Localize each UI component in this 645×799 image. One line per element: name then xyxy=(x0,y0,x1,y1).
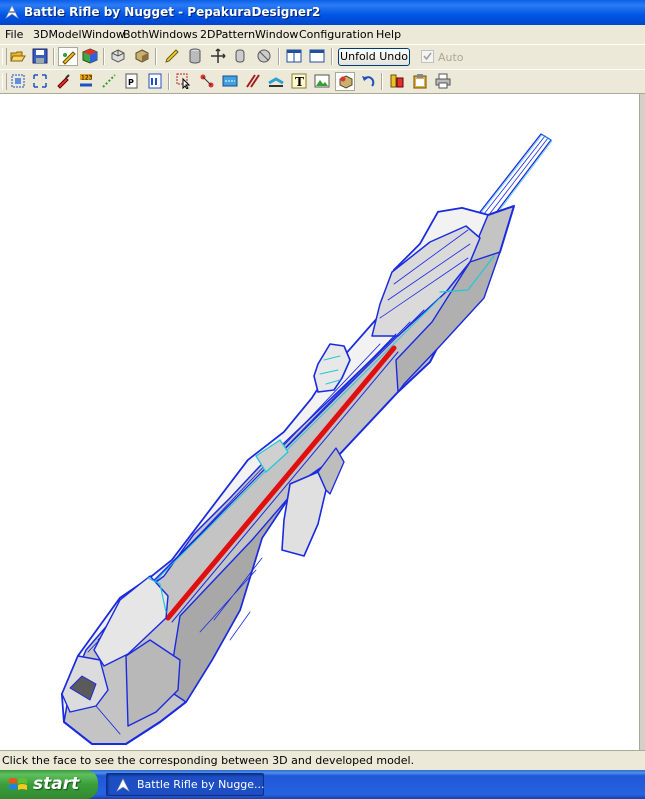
rifle-3d-model[interactable] xyxy=(0,94,640,750)
pointer-select-button[interactable] xyxy=(174,72,194,91)
textured-view-button[interactable] xyxy=(80,47,100,66)
text-tool-icon: T xyxy=(291,73,307,89)
select-area-icon xyxy=(11,74,25,88)
rotate-part-icon xyxy=(339,75,353,89)
clipboard-icon xyxy=(413,74,427,89)
cylinder-button[interactable] xyxy=(185,47,205,66)
rotate-part-button[interactable] xyxy=(335,72,355,91)
edge-style-button[interactable] xyxy=(266,72,286,91)
split-pane-button[interactable] xyxy=(307,47,327,66)
3d-model-viewport[interactable] xyxy=(0,94,640,750)
window-title: Battle Rifle by Nugget - PepakuraDesigne… xyxy=(24,5,321,19)
menu-configuration[interactable]: Configuration xyxy=(299,28,374,41)
text-tool-button[interactable]: T xyxy=(289,72,309,91)
menu-both-windows[interactable]: BothWindows xyxy=(123,28,198,41)
select-all-icon xyxy=(33,74,47,88)
print-pages-button[interactable] xyxy=(387,72,407,91)
printer-icon xyxy=(435,73,451,89)
menu-3d-model-window[interactable]: 3DModelWindow xyxy=(33,28,125,41)
undo-icon xyxy=(362,76,375,87)
page-one-button[interactable]: P xyxy=(122,72,142,91)
windows-taskbar: start Battle Rifle by Nugge... xyxy=(0,770,645,799)
single-pane-button[interactable] xyxy=(284,47,304,66)
fold-lines-icon xyxy=(246,74,260,88)
pepakura-app-icon xyxy=(5,5,19,19)
clipboard-button[interactable] xyxy=(410,72,430,91)
print-pages-icon xyxy=(390,74,404,88)
menu-help[interactable]: Help xyxy=(376,28,401,41)
image-tool-button[interactable] xyxy=(312,72,332,91)
toolbar-grip[interactable] xyxy=(2,48,7,65)
title-bar[interactable]: Battle Rifle by Nugget - PepakuraDesigne… xyxy=(0,0,645,25)
undo-button[interactable] xyxy=(358,72,378,91)
save-icon xyxy=(32,48,48,64)
flap-button[interactable] xyxy=(220,72,240,91)
status-bar: Click the face to see the corresponding … xyxy=(0,750,645,770)
wireframe-box-icon xyxy=(111,49,125,63)
fold-lines-button[interactable] xyxy=(243,72,263,91)
save-button[interactable] xyxy=(30,47,50,66)
join-edge-button[interactable] xyxy=(197,72,217,91)
toolbar-grip[interactable] xyxy=(2,73,7,90)
shaded-view-button[interactable] xyxy=(132,47,152,66)
edge-style-icon xyxy=(268,77,284,87)
tools-toolbar: 123 P T xyxy=(0,69,645,94)
select-all-button[interactable] xyxy=(30,72,50,91)
edit-faces-icon xyxy=(62,51,76,65)
windows-flag-icon xyxy=(9,778,27,790)
open-folder-icon xyxy=(10,51,26,62)
spin-button[interactable] xyxy=(254,47,274,66)
status-text: Click the face to see the corresponding … xyxy=(2,754,415,767)
paint-button[interactable] xyxy=(53,72,73,91)
unfold-undo-button[interactable]: Unfold Undo xyxy=(338,48,410,66)
split-pane-icon xyxy=(309,49,325,63)
taskbar-window-label: Battle Rifle by Nugge... xyxy=(137,778,265,791)
move-axes-icon xyxy=(211,48,226,63)
svg-text:T: T xyxy=(295,75,304,89)
pencil-icon xyxy=(165,49,179,63)
page-one-icon: P xyxy=(125,73,138,89)
printer-button[interactable] xyxy=(433,72,453,91)
dotted-edge-icon xyxy=(102,74,116,88)
menu-bar: File 3DModelWindow BothWindows 2DPattern… xyxy=(0,25,645,44)
pepakura-app-icon xyxy=(116,778,130,792)
start-label: start xyxy=(33,774,80,794)
shaded-box-icon xyxy=(135,49,149,63)
number-edge-button[interactable]: 123 xyxy=(76,72,96,91)
main-toolbar: Unfold Undo Auto xyxy=(0,44,645,68)
open-button[interactable] xyxy=(8,47,28,66)
number-edge-icon: 123 xyxy=(80,74,93,87)
flip-page-icon xyxy=(148,73,162,89)
cylinder-icon xyxy=(189,48,201,64)
select-area-button[interactable] xyxy=(8,72,28,91)
edit-faces-button[interactable] xyxy=(58,47,78,66)
paint-icon xyxy=(57,74,70,89)
menu-2d-pattern-window[interactable]: 2DPatternWindow xyxy=(200,28,298,41)
textured-cube-icon xyxy=(82,48,98,64)
viewport-edge xyxy=(640,94,645,750)
single-pane-icon xyxy=(286,49,302,63)
dotted-edge-button[interactable] xyxy=(99,72,119,91)
auto-label: Auto xyxy=(438,51,464,64)
svg-text:123: 123 xyxy=(81,75,93,82)
pointer-select-icon xyxy=(176,73,191,89)
auto-checkbox[interactable] xyxy=(421,50,434,63)
checkmark-icon xyxy=(423,52,432,61)
pencil-button[interactable] xyxy=(162,47,182,66)
start-button[interactable]: start xyxy=(0,770,98,799)
rotate-view-button[interactable] xyxy=(231,47,251,66)
svg-text:P: P xyxy=(128,78,134,87)
image-tool-icon xyxy=(314,74,330,88)
join-edge-icon xyxy=(200,74,214,88)
spin-icon xyxy=(257,49,271,63)
menu-file[interactable]: File xyxy=(5,28,23,41)
move-button[interactable] xyxy=(208,47,228,66)
flip-page-button[interactable] xyxy=(145,72,165,91)
flap-icon xyxy=(222,75,238,87)
rotate-view-icon xyxy=(235,49,245,63)
taskbar-window-button[interactable]: Battle Rifle by Nugge... xyxy=(106,773,265,796)
wireframe-button[interactable] xyxy=(108,47,128,66)
